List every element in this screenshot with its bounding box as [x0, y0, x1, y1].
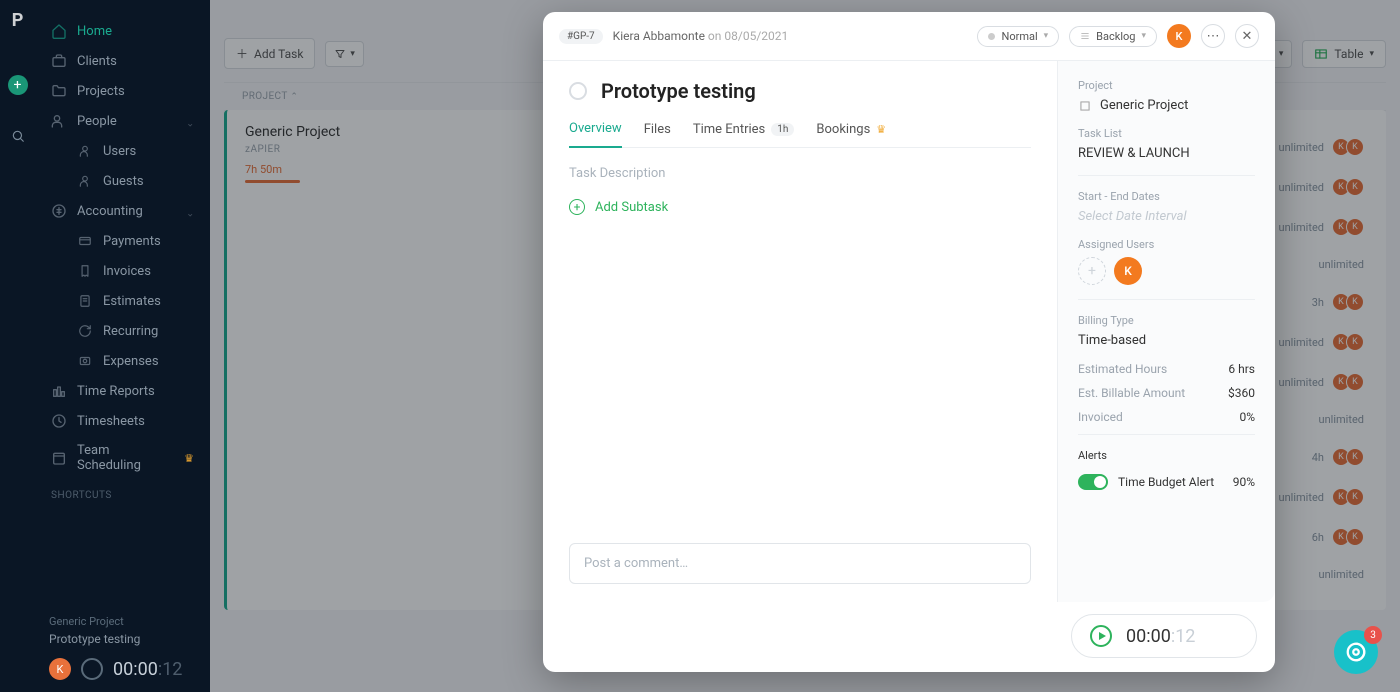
tasklist-label: Task List	[1078, 127, 1255, 140]
tab-time-entries[interactable]: Time Entries1h	[693, 121, 795, 147]
tab-files[interactable]: Files	[644, 121, 671, 147]
nav-payments[interactable]: Payments	[35, 226, 210, 256]
reports-icon	[51, 383, 67, 399]
card-icon	[77, 233, 93, 249]
invoice-icon	[77, 263, 93, 279]
assignee-avatar[interactable]: K	[1114, 257, 1142, 285]
users-icon	[51, 113, 67, 129]
est-hours-label: Estimated Hours	[1078, 362, 1167, 376]
nav-time-reports[interactable]: Time Reports	[35, 376, 210, 406]
add-button[interactable]: +	[8, 75, 28, 95]
billing-value[interactable]: Time-based	[1078, 333, 1255, 348]
recurring-icon	[77, 323, 93, 339]
crown-icon: ♛	[184, 452, 194, 465]
crown-icon: ♛	[876, 123, 886, 136]
add-subtask-button[interactable]: +Add Subtask	[569, 199, 1031, 215]
folder-icon	[51, 83, 67, 99]
priority-select[interactable]: Normal▾	[977, 26, 1059, 47]
est-hours-value[interactable]: 6 hrs	[1228, 362, 1255, 376]
task-description[interactable]: Task Description	[569, 148, 1031, 199]
est-bill-label: Est. Billable Amount	[1078, 386, 1185, 400]
est-bill-value: $360	[1228, 386, 1255, 400]
task-modal: #GP-7 Kiera Abbamonte on 08/05/2021 Norm…	[543, 12, 1275, 672]
play-icon[interactable]	[1090, 625, 1112, 647]
footer-project: Generic Project	[49, 615, 196, 628]
add-user-button[interactable]: +	[1078, 257, 1106, 285]
comment-input[interactable]: Post a comment…	[569, 543, 1031, 584]
alert-toggle[interactable]	[1078, 474, 1108, 490]
complete-checkbox[interactable]	[569, 82, 587, 100]
alerts-label: Alerts	[1078, 449, 1255, 462]
sidebar-footer: Generic Project Prototype testing K 00:0…	[35, 603, 210, 692]
timer-value: 00:00:12	[1126, 626, 1195, 647]
invoiced-label: Invoiced	[1078, 410, 1123, 424]
tasklist-value[interactable]: REVIEW & LAUNCH	[1078, 146, 1255, 161]
billing-label: Billing Type	[1078, 314, 1255, 327]
accounting-icon	[51, 203, 67, 219]
nav-expenses[interactable]: Expenses	[35, 346, 210, 376]
nav-people[interactable]: People⌃	[35, 106, 210, 136]
status-select[interactable]: Backlog▾	[1069, 26, 1157, 47]
task-id: #GP-7	[559, 29, 603, 44]
close-button[interactable]: ✕	[1235, 24, 1259, 48]
nav-estimates[interactable]: Estimates	[35, 286, 210, 316]
nav-projects[interactable]: Projects	[35, 76, 210, 106]
guest-icon	[77, 173, 93, 189]
nav-invoices[interactable]: Invoices	[35, 256, 210, 286]
footer-avatar[interactable]: K	[49, 658, 71, 680]
nav-recurring[interactable]: Recurring	[35, 316, 210, 346]
tab-bookings[interactable]: Bookings♛	[816, 121, 886, 147]
footer-timer-icon[interactable]	[81, 658, 103, 680]
nav-guests[interactable]: Guests	[35, 166, 210, 196]
nav-users[interactable]: Users	[35, 136, 210, 166]
assigned-label: Assigned Users	[1078, 238, 1255, 251]
footer-timer: 00:00:12	[113, 659, 182, 680]
expenses-icon	[77, 353, 93, 369]
task-assignee-avatar[interactable]: K	[1167, 24, 1191, 48]
task-timer[interactable]: 00:00:12	[1071, 614, 1257, 658]
tab-overview[interactable]: Overview	[569, 121, 622, 148]
more-menu-button[interactable]: ⋯	[1201, 24, 1225, 48]
app-logo: P	[12, 10, 24, 31]
invoiced-value: 0%	[1239, 410, 1255, 424]
estimate-icon	[77, 293, 93, 309]
task-author: Kiera Abbamonte on 08/05/2021	[613, 29, 789, 43]
alert-value[interactable]: 90%	[1233, 475, 1255, 489]
shortcuts-header: SHORTCUTS	[35, 480, 210, 511]
footer-task: Prototype testing	[49, 632, 196, 646]
search-icon[interactable]	[11, 129, 25, 147]
nav-accounting[interactable]: Accounting⌃	[35, 196, 210, 226]
user-icon	[77, 143, 93, 159]
clock-icon	[51, 413, 67, 429]
nav-clients[interactable]: Clients	[35, 46, 210, 76]
dates-label: Start - End Dates	[1078, 190, 1255, 203]
home-icon	[51, 23, 67, 39]
chat-fab[interactable]: 3	[1334, 630, 1378, 674]
project-value[interactable]: Generic Project	[1078, 98, 1255, 113]
calendar-icon	[51, 450, 67, 466]
nav-timesheets[interactable]: Timesheets	[35, 406, 210, 436]
nav-home[interactable]: Home	[35, 16, 210, 46]
alert-name: Time Budget Alert	[1118, 475, 1223, 489]
task-title[interactable]: Prototype testing	[601, 79, 756, 103]
briefcase-icon	[51, 53, 67, 69]
project-label: Project	[1078, 79, 1255, 92]
nav-team-scheduling[interactable]: Team Scheduling♛	[35, 436, 210, 480]
chat-badge: 3	[1364, 626, 1382, 644]
dates-value[interactable]: Select Date Interval	[1078, 209, 1255, 224]
sidebar: Home Clients Projects People⌃ Users Gues…	[35, 0, 210, 692]
